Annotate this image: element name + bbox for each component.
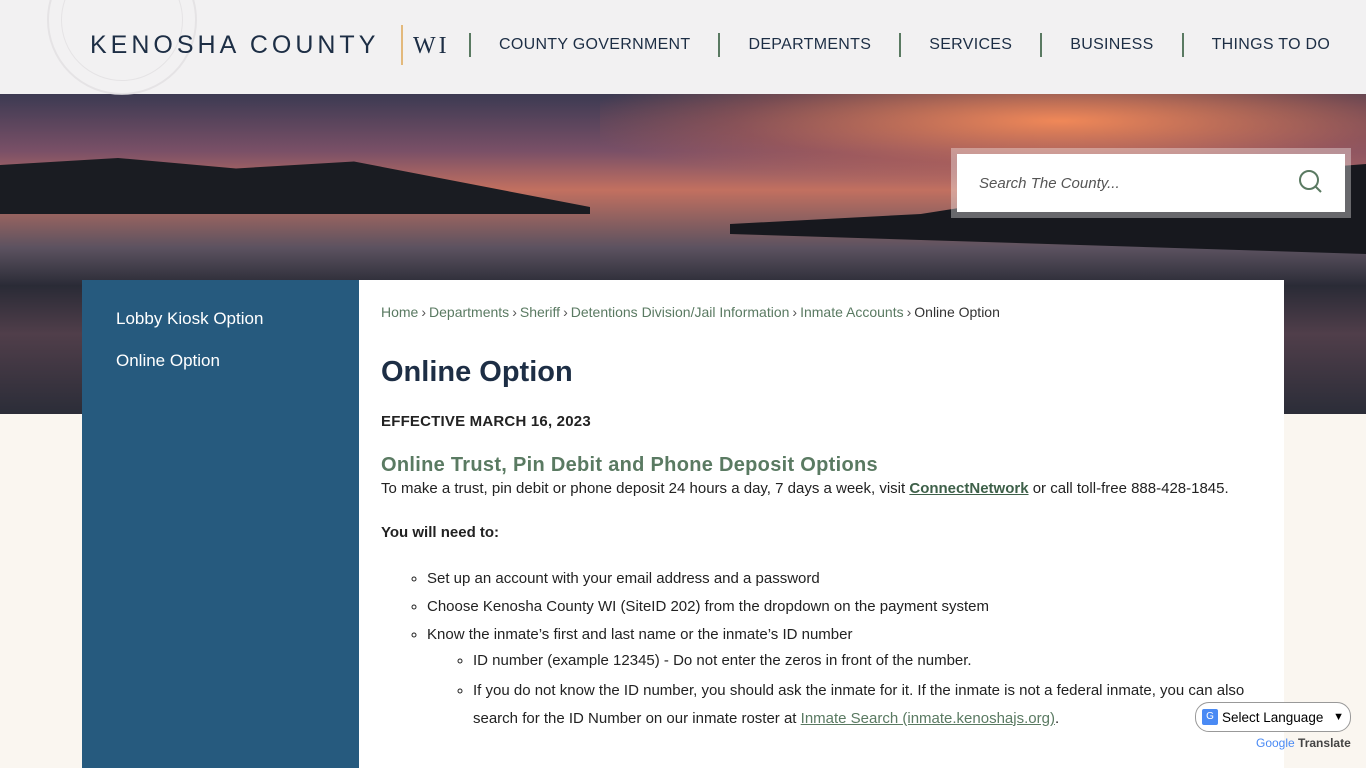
- sidebar: Lobby Kiosk Option Online Option: [82, 280, 359, 768]
- connectnetwork-link[interactable]: ConnectNetwork: [909, 480, 1028, 497]
- breadcrumb-inmate-accounts[interactable]: Inmate Accounts: [800, 304, 904, 320]
- search-input[interactable]: [979, 174, 1297, 192]
- chevron-down-icon: ▼: [1333, 711, 1344, 723]
- google-translate-credit[interactable]: Google Translate: [1256, 736, 1351, 750]
- list-item: If you do not know the ID number, you sh…: [473, 677, 1262, 733]
- nav-departments[interactable]: DEPARTMENTS: [720, 36, 899, 54]
- need-heading: You will need to:: [381, 524, 500, 541]
- breadcrumb: Home › Departments › Sheriff › Detentions Divi…: [381, 304, 1000, 320]
- site-logo[interactable]: KENOSHA COUNTY: [90, 31, 379, 60]
- list-item: Know the inmate’s first and last name or…: [427, 621, 1262, 733]
- nav-services[interactable]: SERVICES: [901, 36, 1040, 54]
- effective-date: EFFECTIVE MARCH 16, 2023: [381, 413, 591, 430]
- nav-business[interactable]: BUSINESS: [1042, 36, 1181, 54]
- hero-shoreline-left: [0, 158, 590, 214]
- breadcrumb-detentions[interactable]: Detentions Division/Jail Information: [571, 304, 790, 320]
- section-heading: Online Trust, Pin Debit and Phone Deposi…: [381, 454, 878, 476]
- google-logo: Google: [1256, 736, 1295, 750]
- search-icon[interactable]: [1297, 168, 1323, 199]
- site-header: KENOSHA COUNTY WI COUNTY GOVERNMENT DEPA…: [0, 0, 1366, 95]
- intro-pre: To make a trust, pin debit or phone depo…: [381, 480, 910, 497]
- main-nav: COUNTY GOVERNMENT DEPARTMENTS SERVICES B…: [469, 33, 1358, 57]
- breadcrumb-sheriff[interactable]: Sheriff: [520, 304, 560, 320]
- search-box: [951, 148, 1351, 218]
- breadcrumb-current: Online Option: [914, 304, 1000, 320]
- select-language-dropdown[interactable]: G Select Language ▼: [1195, 702, 1351, 732]
- list-item-text: Know the inmate’s first and last name or…: [427, 626, 853, 643]
- list-item: ID number (example 12345) - Do not enter…: [473, 649, 1262, 672]
- logo-divider: [401, 25, 403, 65]
- breadcrumb-home[interactable]: Home: [381, 304, 418, 320]
- list-item: Set up an account with your email addres…: [427, 565, 1262, 593]
- inmate-search-link[interactable]: Inmate Search (inmate.kenoshajs.org): [801, 710, 1055, 727]
- list-item-end: .: [1054, 710, 1060, 727]
- intro-text: To make a trust, pin debit or phone depo…: [381, 477, 1262, 500]
- sub-list: ID number (example 12345) - Do not enter…: [427, 649, 1262, 733]
- translate-label: Translate: [1298, 736, 1351, 750]
- sidebar-item-lobby-kiosk[interactable]: Lobby Kiosk Option: [82, 298, 359, 340]
- intro-post: or call toll-free 888-428-1845.: [1028, 480, 1229, 497]
- page-title: Online Option: [381, 356, 573, 388]
- sidebar-item-online-option[interactable]: Online Option: [82, 340, 359, 382]
- requirements-list: Set up an account with your email addres…: [381, 565, 1262, 733]
- google-translate-icon: G: [1202, 709, 1218, 725]
- nav-county-government[interactable]: COUNTY GOVERNMENT: [471, 36, 718, 54]
- select-language-label: Select Language: [1222, 709, 1324, 725]
- main-content: Home › Departments › Sheriff › Detentions Divi…: [359, 280, 1284, 768]
- list-item: Choose Kenosha County WI (SiteID 202) fr…: [427, 593, 1262, 621]
- breadcrumb-departments[interactable]: Departments: [429, 304, 509, 320]
- nav-things-to-do[interactable]: THINGS TO DO: [1184, 36, 1359, 54]
- logo-state: WI: [413, 33, 450, 59]
